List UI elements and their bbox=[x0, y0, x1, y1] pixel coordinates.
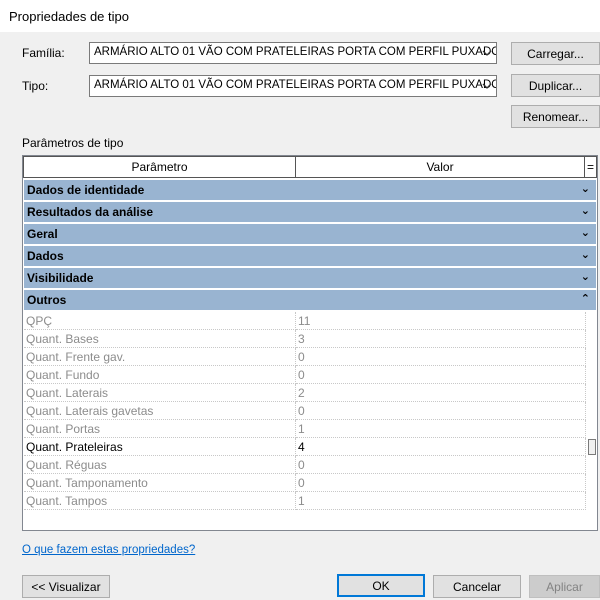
ok-button[interactable]: OK bbox=[337, 574, 425, 597]
param-name: Quant. Tampos bbox=[24, 492, 296, 510]
group-label: Dados de identidade bbox=[27, 183, 145, 197]
group-data[interactable]: Dados ⌄ bbox=[24, 246, 596, 266]
type-parameters-label: Parâmetros de tipo bbox=[22, 136, 124, 150]
double-chevron-down-icon[interactable]: ⌄ bbox=[581, 270, 590, 283]
parameters-grid[interactable]: Parâmetro Valor = Dados de identidade ⌄ … bbox=[22, 155, 598, 531]
group-others[interactable]: Outros ⌃ bbox=[24, 290, 596, 310]
value-column-header[interactable]: Valor bbox=[295, 156, 585, 178]
table-row[interactable]: Quant. Tamponamento 0 bbox=[24, 474, 596, 492]
group-list: Dados de identidade ⌄ Resultados da anál… bbox=[24, 180, 596, 312]
toggle-column-button[interactable]: = bbox=[584, 156, 597, 178]
double-chevron-down-icon[interactable]: ⌄ bbox=[581, 204, 590, 217]
table-row[interactable]: Quant. Fundo 0 bbox=[24, 366, 596, 384]
param-name: Quant. Laterais bbox=[24, 384, 296, 402]
type-label: Tipo: bbox=[22, 79, 49, 93]
family-label: Família: bbox=[22, 46, 65, 60]
param-value[interactable]: 11 bbox=[296, 312, 586, 330]
help-link[interactable]: O que fazem estas propriedades? bbox=[22, 544, 195, 556]
type-select[interactable]: ARMÁRIO ALTO 01 VÃO COM PRATELEIRAS PORT… bbox=[89, 75, 497, 97]
table-row[interactable]: Quant. Réguas 0 bbox=[24, 456, 596, 474]
group-label: Visibilidade bbox=[27, 271, 94, 285]
group-label: Dados bbox=[27, 249, 64, 263]
chevron-down-icon[interactable] bbox=[478, 76, 496, 96]
group-visibility[interactable]: Visibilidade ⌄ bbox=[24, 268, 596, 288]
duplicate-button[interactable]: Duplicar... bbox=[511, 74, 600, 97]
param-value[interactable]: 0 bbox=[296, 456, 586, 474]
grid-header: Parâmetro Valor = bbox=[23, 156, 597, 178]
double-chevron-up-icon[interactable]: ⌃ bbox=[581, 292, 590, 305]
group-label: Geral bbox=[27, 227, 58, 241]
param-value[interactable]: 1 bbox=[296, 420, 586, 438]
group-label: Outros bbox=[27, 293, 67, 307]
type-select-value: ARMÁRIO ALTO 01 VÃO COM PRATELEIRAS PORT… bbox=[94, 79, 497, 91]
table-row[interactable]: Quant. Laterais 2 bbox=[24, 384, 596, 402]
row-edit-handle[interactable] bbox=[588, 439, 596, 455]
table-row[interactable]: QPÇ 11 bbox=[24, 312, 596, 330]
apply-button[interactable]: Aplicar bbox=[529, 575, 600, 598]
table-row[interactable]: Quant. Frente gav. 0 bbox=[24, 348, 596, 366]
dialog-title: Propriedades de tipo bbox=[0, 0, 600, 32]
group-identity-data[interactable]: Dados de identidade ⌄ bbox=[24, 180, 596, 200]
double-chevron-down-icon[interactable]: ⌄ bbox=[581, 248, 590, 261]
rename-button[interactable]: Renomear... bbox=[511, 105, 600, 128]
param-name: Quant. Frente gav. bbox=[24, 348, 296, 366]
table-row-selected[interactable]: Quant. Prateleiras 4 bbox=[24, 438, 596, 456]
param-value[interactable]: 3 bbox=[296, 330, 586, 348]
param-value[interactable]: 0 bbox=[296, 402, 586, 420]
table-row[interactable]: Quant. Laterais gavetas 0 bbox=[24, 402, 596, 420]
param-name: Quant. Fundo bbox=[24, 366, 296, 384]
parameter-rows: QPÇ 11 Quant. Bases 3 Quant. Frente gav. 0 … bbox=[24, 312, 596, 510]
table-row[interactable]: Quant. Bases 3 bbox=[24, 330, 596, 348]
family-select-value: ARMÁRIO ALTO 01 VÃO COM PRATELEIRAS PORT… bbox=[94, 46, 497, 58]
table-row[interactable]: Quant. Portas 1 bbox=[24, 420, 596, 438]
double-chevron-down-icon[interactable]: ⌄ bbox=[581, 226, 590, 239]
cancel-button[interactable]: Cancelar bbox=[433, 575, 521, 598]
param-value[interactable]: 0 bbox=[296, 348, 586, 366]
param-value[interactable]: 0 bbox=[296, 474, 586, 492]
double-chevron-down-icon[interactable]: ⌄ bbox=[581, 182, 590, 195]
group-general[interactable]: Geral ⌄ bbox=[24, 224, 596, 244]
param-name: Quant. Portas bbox=[24, 420, 296, 438]
param-name: Quant. Réguas bbox=[24, 456, 296, 474]
group-analysis-results[interactable]: Resultados da análise ⌄ bbox=[24, 202, 596, 222]
family-select[interactable]: ARMÁRIO ALTO 01 VÃO COM PRATELEIRAS PORT… bbox=[89, 42, 497, 64]
param-column-header[interactable]: Parâmetro bbox=[23, 156, 296, 178]
param-value-field[interactable]: 4 bbox=[296, 438, 586, 456]
param-name: QPÇ bbox=[24, 312, 296, 330]
table-row[interactable]: Quant. Tampos 1 bbox=[24, 492, 596, 510]
param-name: Quant. Bases bbox=[24, 330, 296, 348]
chevron-down-icon[interactable] bbox=[478, 43, 496, 63]
load-button[interactable]: Carregar... bbox=[511, 42, 600, 65]
param-value[interactable]: 2 bbox=[296, 384, 586, 402]
group-label: Resultados da análise bbox=[27, 205, 154, 219]
param-value[interactable]: 0 bbox=[296, 366, 586, 384]
preview-button[interactable]: << Visualizar bbox=[22, 575, 110, 598]
param-name: Quant. Prateleiras bbox=[24, 438, 296, 456]
param-name: Quant. Tamponamento bbox=[24, 474, 296, 492]
param-value[interactable]: 1 bbox=[296, 492, 586, 510]
param-name: Quant. Laterais gavetas bbox=[24, 402, 296, 420]
